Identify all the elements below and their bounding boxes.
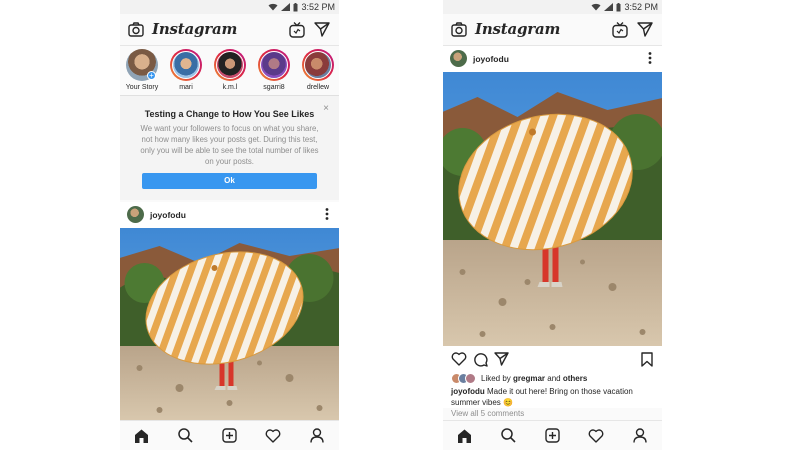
avatar[interactable]: [127, 206, 144, 223]
liked-by-user[interactable]: gregmar: [513, 374, 545, 383]
post-actions: [443, 346, 662, 372]
post-photo[interactable]: [443, 72, 662, 346]
story-your-story[interactable]: + Your Story: [123, 49, 161, 91]
igtv-icon[interactable]: [612, 22, 628, 43]
likes-row[interactable]: Liked by gregmar and others: [443, 372, 662, 386]
home-icon[interactable]: [454, 425, 476, 447]
notice-title: Testing a Change to How You See Likes: [144, 109, 315, 119]
wifi-icon: [591, 3, 601, 11]
app-header: Instagram: [443, 14, 662, 46]
direct-message-icon[interactable]: [314, 22, 330, 42]
home-icon[interactable]: [131, 425, 153, 447]
view-comments-link[interactable]: View all 5 comments: [451, 409, 524, 418]
share-icon[interactable]: [494, 352, 509, 371]
liker-avatars: [451, 373, 477, 384]
igtv-icon[interactable]: [289, 22, 305, 43]
status-bar: 3:52 PM: [120, 0, 339, 14]
battery-icon: [293, 2, 298, 11]
more-options-icon[interactable]: [648, 51, 652, 70]
phone-screen-left: 3:52 PM Instagram + Your Story mari k.m.…: [120, 0, 339, 450]
bottom-nav: [443, 420, 662, 450]
status-time: 3:52 PM: [301, 2, 335, 12]
story-name: k.m.l: [222, 84, 238, 91]
notice-body: We want your followers to focus on what …: [140, 124, 319, 166]
signal-icon: [281, 3, 291, 11]
profile-icon[interactable]: [306, 425, 328, 447]
app-logo: Instagram: [152, 20, 238, 38]
stories-tray: + Your Story mari k.m.l sgarri8 drellew: [120, 46, 339, 96]
post-header: joyofodu: [120, 202, 339, 228]
post-header: joyofodu: [443, 46, 662, 72]
add-story-icon[interactable]: +: [147, 71, 156, 80]
activity-heart-icon[interactable]: [585, 425, 607, 447]
status-time: 3:52 PM: [624, 2, 658, 12]
bottom-nav: [120, 420, 339, 450]
search-icon[interactable]: [175, 425, 197, 447]
story-drellew[interactable]: drellew: [299, 49, 337, 91]
liked-by-others[interactable]: others: [563, 374, 587, 383]
story-name: Your Story: [125, 84, 159, 91]
more-options-icon[interactable]: [325, 207, 329, 226]
story-name: drellew: [306, 84, 330, 91]
app-header: Instagram: [120, 14, 339, 46]
comment-icon[interactable]: [473, 352, 488, 372]
bookmark-icon[interactable]: [641, 352, 653, 372]
ok-button[interactable]: Ok: [142, 173, 317, 189]
avatar[interactable]: [450, 50, 467, 67]
profile-icon[interactable]: [629, 425, 651, 447]
app-logo: Instagram: [475, 20, 561, 38]
phone-screen-right: 3:52 PM Instagram joyofodu Liked by greg…: [443, 0, 662, 450]
story-kml[interactable]: k.m.l: [211, 49, 249, 91]
post-username[interactable]: joyofodu: [150, 210, 186, 220]
battery-icon: [616, 2, 621, 11]
post-photo[interactable]: [120, 228, 339, 420]
signal-icon: [604, 3, 614, 11]
camera-icon[interactable]: [128, 22, 144, 42]
activity-heart-icon[interactable]: [262, 425, 284, 447]
status-bar: 3:52 PM: [443, 0, 662, 14]
search-icon[interactable]: [498, 425, 520, 447]
story-name: mari: [179, 84, 193, 91]
add-post-icon[interactable]: [541, 425, 563, 447]
like-heart-icon[interactable]: [451, 352, 467, 371]
add-post-icon[interactable]: [218, 425, 240, 447]
post-username[interactable]: joyofodu: [473, 54, 509, 64]
likes-test-notice: × Testing a Change to How You See Likes …: [120, 96, 339, 200]
story-mari[interactable]: mari: [167, 49, 205, 91]
caption-username[interactable]: joyofodu: [451, 387, 485, 396]
post-caption: joyofodu Made it out here! Bring on thos…: [443, 386, 662, 408]
liked-by-text: Liked by gregmar and others: [481, 374, 588, 383]
wifi-icon: [268, 3, 278, 11]
story-name: sgarri8: [263, 84, 285, 91]
direct-message-icon[interactable]: [637, 22, 653, 42]
story-sgarri8[interactable]: sgarri8: [255, 49, 293, 91]
camera-icon[interactable]: [451, 22, 467, 42]
